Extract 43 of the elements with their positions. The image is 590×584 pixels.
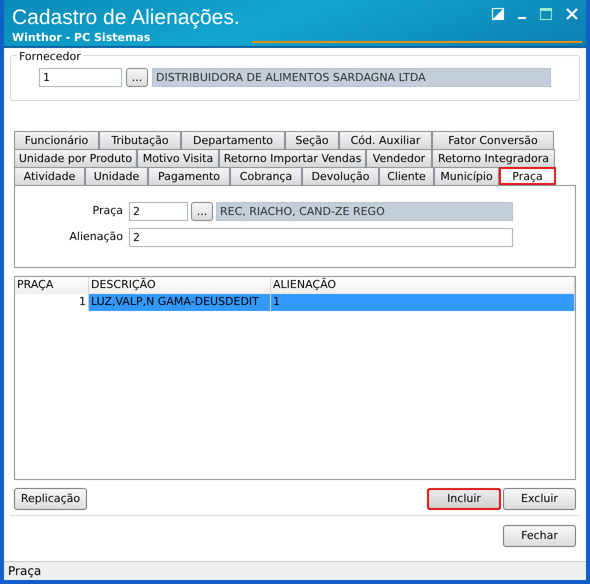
maximize-icon[interactable] [540, 8, 552, 20]
supplier-name-field: DISTRIBUIDORA DE ALIMENTOS SARDAGNA LTDA [152, 68, 551, 87]
action-button[interactable]: Incluir [427, 488, 501, 510]
tab[interactable]: Unidade por Produto [14, 149, 137, 167]
tab[interactable]: Cliente [379, 167, 434, 185]
tab[interactable]: Unidade [85, 167, 148, 185]
tab[interactable]: Retorno Integradora [432, 149, 555, 167]
tab[interactable]: Pagamento [148, 167, 230, 185]
table-cell: LUZ,VALP,N GAMA-DEUSDEDIT [89, 294, 271, 311]
tab[interactable]: Atividade [14, 167, 85, 185]
tab[interactable]: Fator Conversão [432, 131, 554, 149]
tab[interactable]: Funcionário [14, 131, 99, 149]
tab[interactable]: Município [434, 167, 499, 185]
tab[interactable]: Vendedor [366, 149, 432, 167]
tab[interactable]: Motivo Visita [137, 149, 219, 167]
field-label: Praça [92, 203, 124, 220]
action-button[interactable]: Replicação [14, 488, 87, 510]
window-subtitle: Winthor - PC Sistemas [12, 30, 152, 46]
lookup-button[interactable]: ... [191, 202, 213, 221]
tab[interactable]: Cobrança [230, 167, 302, 185]
column-header[interactable]: ALIENAÇÃO [271, 277, 575, 294]
tab[interactable]: Cód. Auxiliar [339, 131, 432, 149]
praca-code-field[interactable]: 2 [129, 202, 188, 221]
tab[interactable]: Praça [499, 167, 556, 185]
praca-name-field: REC, RIACHO, CAND-ZE REGO [216, 202, 513, 221]
column-header[interactable]: PRAÇA [15, 277, 89, 294]
tab[interactable]: Retorno Importar Vendas [219, 149, 366, 167]
tab[interactable]: Departamento [181, 131, 285, 149]
tab[interactable]: Seção [285, 131, 339, 149]
table-cell: 1 [271, 294, 575, 311]
tab[interactable]: Devolução [302, 167, 379, 185]
field-label: Alienação [68, 229, 124, 246]
restore-icon[interactable] [492, 8, 504, 20]
action-button[interactable]: Excluir [503, 488, 576, 510]
supplier-code-field[interactable]: 1 [39, 68, 122, 87]
status-bar: Praça [4, 561, 586, 580]
alienacao-field[interactable]: 2 [129, 228, 513, 247]
close-button[interactable]: Fechar [503, 525, 576, 547]
lookup-button[interactable]: ... [126, 68, 148, 87]
close-icon[interactable] [566, 8, 578, 20]
window-title: Cadastro de Alienações. [12, 6, 240, 30]
tab[interactable]: Tributação [99, 131, 181, 149]
column-header[interactable]: DESCRIÇÃO [89, 277, 271, 294]
